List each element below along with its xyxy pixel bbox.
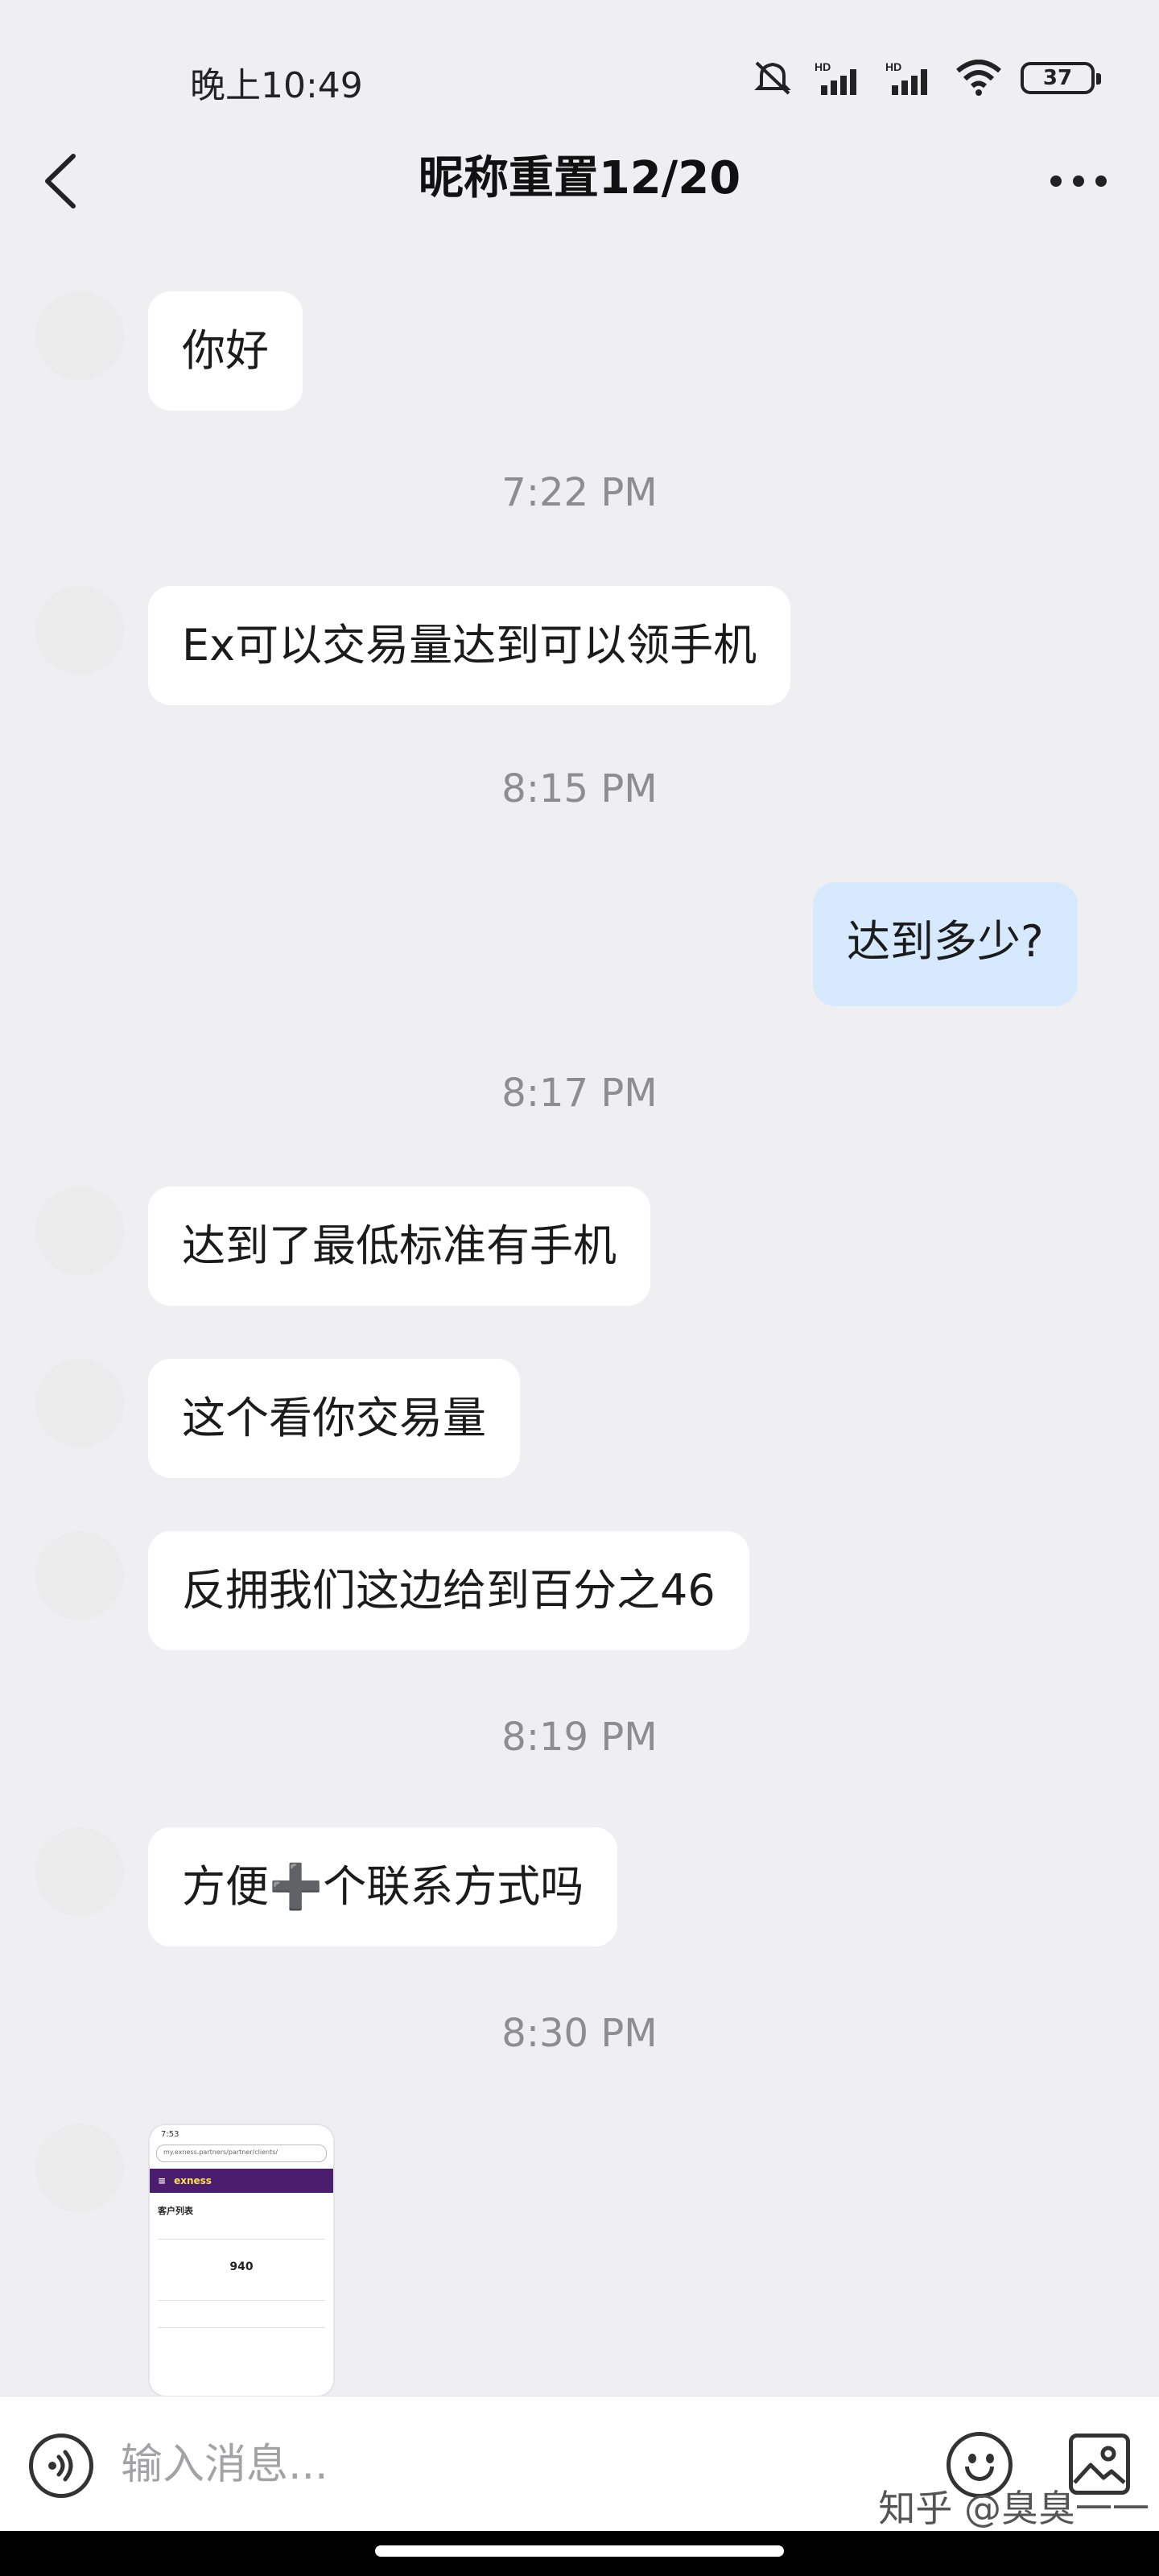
message-bubble[interactable]: 达到了最低标准有手机 — [148, 1187, 650, 1306]
avatar[interactable] — [35, 2124, 124, 2212]
wifi-icon — [956, 60, 1001, 96]
message-bubble[interactable]: Ex可以交易量达到可以领手机 — [148, 586, 791, 705]
message-timestamp: 8:19 PM — [501, 1715, 658, 1760]
voice-icon — [48, 2450, 73, 2482]
system-nav-bar — [0, 2531, 1159, 2576]
message-timestamp: 8:17 PM — [501, 1071, 658, 1116]
more-button[interactable] — [1038, 153, 1119, 209]
avatar[interactable] — [35, 291, 124, 380]
message-timestamp: 8:15 PM — [501, 766, 658, 811]
thumb-select — [158, 2225, 325, 2240]
avatar[interactable] — [35, 1187, 124, 1275]
voice-button[interactable] — [29, 2434, 93, 2498]
thumb-url-bar: my.exness.partners/partner/clients/ — [156, 2145, 327, 2162]
home-indicator[interactable] — [375, 2545, 784, 2557]
avatar[interactable] — [35, 586, 124, 675]
thumb-nav-bar: ≡ exness — [150, 2169, 333, 2193]
hd-signal-icon: HD — [885, 60, 927, 95]
menu-icon: ≡ — [158, 2175, 167, 2186]
hd-signal-icon: HD — [815, 60, 856, 95]
thumb-page-title: 客户列表 — [158, 2206, 193, 2216]
avatar[interactable] — [35, 1359, 124, 1447]
chat-screen: 晚上10:49 HD HD 37 昵称重置12/20 你好 7:22 PM Ex… — [0, 0, 1159, 2576]
message-bubble[interactable]: 这个看你交易量 — [148, 1359, 520, 1478]
message-bubble[interactable]: 反拥我们这边给到百分之46 — [148, 1531, 749, 1650]
status-time: 晚上10:49 — [190, 65, 363, 106]
status-icons: HD HD 37 — [750, 58, 1101, 98]
svg-text:HD: HD — [815, 60, 831, 73]
more-dot — [1095, 175, 1107, 187]
thumb-row — [158, 2309, 325, 2328]
message-timestamp: 7:22 PM — [501, 470, 658, 515]
emoji-eye — [986, 2454, 994, 2463]
message-timestamp: 8:30 PM — [501, 2011, 658, 2056]
avatar[interactable] — [35, 1531, 124, 1620]
thumb-brand: exness — [174, 2175, 212, 2186]
image-message-thumbnail[interactable]: 7:53 my.exness.partners/partner/clients/… — [148, 2124, 335, 2397]
message-bubble[interactable]: 方便➕个联系方式吗 — [148, 1827, 618, 1946]
thumb-number: 940 — [229, 2260, 254, 2273]
battery-icon: 37 — [1021, 62, 1101, 94]
thumb-row — [158, 2281, 325, 2301]
watermark: 知乎 @臭臭一一 — [878, 2487, 1149, 2530]
battery-level: 37 — [1042, 66, 1073, 90]
more-dots-icon — [1050, 175, 1062, 187]
emoji-icon — [968, 2454, 976, 2463]
thumb-status-time: 7:53 — [161, 2130, 179, 2139]
avatar[interactable] — [35, 1827, 124, 1916]
message-input[interactable] — [121, 2429, 893, 2501]
svg-text:HD: HD — [885, 60, 901, 73]
status-bar: 晚上10:49 HD HD 37 — [0, 0, 1159, 153]
my-message-bubble[interactable]: 达到多少? — [813, 882, 1078, 1006]
chat-header: 昵称重置12/20 — [0, 137, 1159, 225]
message-bubble[interactable]: 你好 — [148, 291, 303, 411]
mute-icon — [754, 61, 791, 95]
chat-title: 昵称重置12/20 — [418, 152, 741, 204]
more-dot — [1073, 175, 1084, 187]
